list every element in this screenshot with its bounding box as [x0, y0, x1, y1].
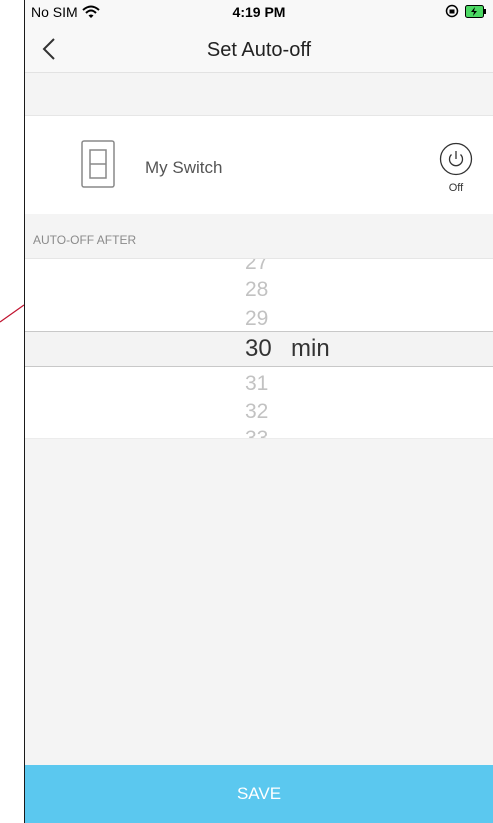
save-button-label: SAVE [236, 784, 282, 803]
top-spacer [25, 73, 493, 115]
minute-picker[interactable]: 27 28 29 30 min 31 32 33 [25, 258, 493, 439]
power-button[interactable] [439, 142, 473, 176]
app-frame: No SIM 4:19 PM Set Auto-off My Switch Of… [24, 0, 493, 823]
picker-item[interactable]: 28 [245, 278, 268, 302]
orientation-lock-icon [445, 4, 459, 18]
device-row: My Switch Off [25, 115, 493, 215]
section-header: AUTO-OFF AFTER [25, 214, 493, 258]
status-bar: No SIM 4:19 PM [25, 0, 493, 26]
power-state-label: Off [448, 182, 464, 194]
save-button[interactable]: SAVE [25, 765, 493, 823]
picker-item[interactable]: 33 [245, 427, 268, 438]
status-right [445, 4, 487, 18]
picker-item[interactable]: 29 [245, 307, 268, 331]
status-time: 4:19 PM [232, 4, 286, 20]
section-label: AUTO-OFF AFTER [33, 233, 137, 247]
page-title: Set Auto-off [206, 39, 312, 61]
picker-item[interactable]: 32 [245, 400, 268, 424]
nav-bar: Set Auto-off [25, 26, 493, 73]
picker-item[interactable]: 31 [245, 372, 268, 396]
picker-selected-value[interactable]: 30 [245, 336, 272, 362]
switch-icon [81, 140, 115, 188]
picker-item[interactable]: 27 [245, 259, 268, 275]
device-name: My Switch [145, 158, 223, 177]
picker-unit: min [291, 335, 330, 362]
battery-charging-icon [465, 4, 486, 18]
left-gutter [0, 0, 24, 823]
